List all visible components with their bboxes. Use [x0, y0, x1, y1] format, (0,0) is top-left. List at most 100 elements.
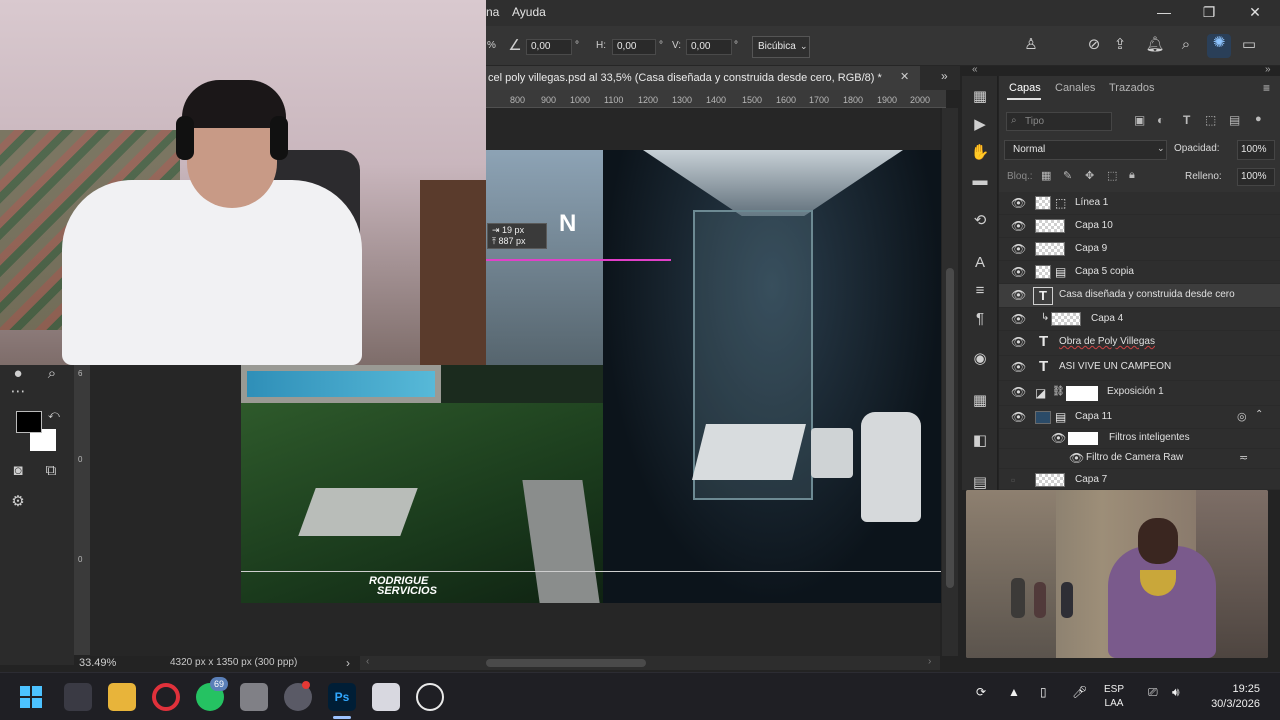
lock-transparent-icon[interactable]: ▦ — [1041, 169, 1051, 182]
layer-row-filter[interactable]: 👁︎ Filtro de Camera Raw ≂ — [999, 449, 1280, 469]
menu-item-partial[interactable]: na — [486, 5, 499, 19]
layer-name[interactable]: Filtros inteligentes — [1109, 432, 1190, 443]
layer-name[interactable]: Capa 5 copia — [1075, 266, 1134, 277]
opacity-input[interactable]: 100% — [1237, 140, 1275, 160]
visibility-eye-icon[interactable]: 👁︎ — [1011, 360, 1026, 374]
vertical-scrollbar[interactable] — [942, 108, 958, 656]
drive-icon[interactable]: ▲ — [1008, 685, 1020, 699]
visibility-eye-icon[interactable]: 👁︎ — [1011, 410, 1026, 424]
swap-colors-icon[interactable]: ⤺ — [48, 409, 60, 422]
layer-name[interactable]: Capa 10 — [1075, 220, 1113, 231]
tabs-overflow-icon[interactable]: » — [941, 69, 948, 83]
chevron-up-icon[interactable]: ⌃ — [1255, 409, 1263, 420]
menu-item-ayuda[interactable]: Ayuda — [512, 5, 546, 19]
comments-icon[interactable]: ▬ — [969, 172, 991, 190]
horizontal-scrollbar[interactable]: ‹ › — [360, 656, 940, 670]
cancel-transform-icon[interactable]: ⊘ — [1083, 36, 1105, 54]
gradients-icon[interactable]: ◧ — [969, 432, 991, 450]
layer-row[interactable]: 👁︎ ⬚ Línea 1 — [999, 192, 1280, 215]
document-close-icon[interactable]: ✕ — [900, 70, 909, 83]
layer-row-selected[interactable]: 👁︎ T Casa diseñada y construida desde ce… — [999, 284, 1280, 308]
fill-input[interactable]: 100% — [1237, 168, 1275, 186]
artwork-right-panel[interactable] — [603, 150, 941, 603]
microphone-icon[interactable]: 🎤︎ — [1072, 685, 1087, 699]
layer-row[interactable]: 👁︎ ↳ Capa 4 — [999, 308, 1280, 331]
scroll-right-icon[interactable]: › — [928, 656, 931, 667]
chatgpt-icon[interactable] — [416, 683, 444, 711]
layer-name[interactable]: Obra de Poly Villegas — [1059, 336, 1155, 347]
share-icon[interactable]: ⇪ — [1109, 36, 1131, 54]
layer-row[interactable]: 👁︎ Capa 10 — [999, 215, 1280, 238]
lock-pixels-icon[interactable]: ✎ — [1063, 169, 1072, 182]
volume-icon[interactable]: 🔊︎ — [1172, 685, 1180, 700]
foreground-color-swatch[interactable] — [16, 411, 42, 433]
layer-name[interactable]: Exposición 1 — [1107, 386, 1164, 397]
zoom-tool-icon[interactable]: ⌕ — [42, 365, 62, 383]
tab-canales[interactable]: Canales — [1055, 82, 1095, 94]
language-indicator[interactable]: ESP LAA — [1104, 683, 1124, 711]
blend-mode-select[interactable]: Normal ⌄ — [1004, 140, 1167, 160]
layer-name[interactable]: Filtro de Camera Raw — [1086, 452, 1183, 463]
interpolation-select[interactable]: Bicúbica ⌄ — [752, 36, 810, 58]
usb-icon[interactable]: ▯ — [1040, 685, 1047, 699]
status-menu-arrow[interactable]: › — [346, 656, 350, 670]
lock-all-icon[interactable]: 🔒︎ — [1129, 169, 1135, 182]
visibility-eye-icon[interactable]: 👁︎ — [1011, 335, 1026, 349]
task-view-icon[interactable] — [64, 683, 92, 711]
visibility-eye-icon[interactable]: 👁︎ — [1069, 451, 1084, 465]
history-icon[interactable]: ⟲ — [969, 212, 991, 230]
layer-name[interactable]: Capa 11 — [1075, 411, 1112, 422]
actions-icon[interactable]: ▦ — [969, 88, 991, 106]
adjustments-icon[interactable]: ≡ — [969, 282, 991, 300]
tab-capas[interactable]: Capas — [1009, 82, 1041, 94]
horizontal-scroll-thumb[interactable] — [486, 659, 646, 667]
copilot-icon[interactable]: ⟳ — [976, 685, 986, 699]
filter-toggle-icon[interactable]: ● — [1255, 113, 1262, 125]
lock-position-icon[interactable]: ✥ — [1085, 169, 1094, 182]
layer-row[interactable]: ▫ Capa 7 — [999, 469, 1280, 490]
puppet-warp-icon[interactable]: ♙ — [1020, 36, 1042, 54]
angle-input[interactable]: 0,00 — [526, 39, 572, 55]
lock-artboard-icon[interactable]: ⬚ — [1107, 169, 1117, 182]
color-icon[interactable]: ◉ — [969, 350, 991, 368]
app-icon[interactable] — [240, 683, 268, 711]
layer-name[interactable]: Línea 1 — [1075, 197, 1108, 208]
scroll-left-icon[interactable]: ‹ — [366, 656, 369, 667]
filter-type-icon[interactable]: T — [1183, 113, 1190, 127]
character-icon[interactable]: A — [969, 254, 991, 272]
snipping-tool-icon[interactable] — [372, 683, 400, 711]
layer-row[interactable]: 👁︎ ▤ Capa 11 ◎ ⌃ — [999, 406, 1280, 429]
opera-icon[interactable] — [152, 683, 180, 711]
glyphs-icon[interactable]: ✋ — [969, 144, 991, 162]
document-tab[interactable]: cel poly villegas.psd al 33,5% (Casa dis… — [486, 66, 920, 90]
layer-name[interactable]: Casa diseñada y construida desde cero — [1059, 289, 1235, 300]
panel-menu-icon[interactable]: ≡ — [1263, 81, 1270, 95]
discover-icon[interactable]: ✺ — [1207, 34, 1231, 58]
swatches-icon[interactable]: ▦ — [969, 392, 991, 410]
more-tools-icon[interactable]: ⋯ — [8, 383, 28, 401]
obs-icon[interactable] — [284, 681, 312, 711]
layer-row[interactable]: 👁︎ ◪ ⛓ Exposición 1 — [999, 381, 1280, 406]
layer-name[interactable]: Capa 7 — [1075, 474, 1107, 485]
layer-filter-select[interactable]: ⌕ Tipo — [1006, 112, 1112, 131]
visibility-eye-icon[interactable]: 👁︎ — [1011, 219, 1026, 233]
filter-options-icon[interactable]: ≂ — [1239, 451, 1248, 464]
layer-row[interactable]: 👁︎ T Obra de Poly Villegas — [999, 331, 1280, 356]
visibility-eye-icon[interactable]: 👁︎ — [1011, 196, 1026, 210]
layer-row[interactable]: 👁︎ ▤ Capa 5 copia — [999, 261, 1280, 284]
minimize-button[interactable]: — — [1149, 3, 1179, 23]
filter-pixel-icon[interactable]: ▣ — [1134, 113, 1145, 127]
vertical-scroll-thumb[interactable] — [946, 268, 954, 588]
clock[interactable]: 19:25 30/3/2026 — [1200, 682, 1260, 712]
visibility-eye-icon[interactable]: 👁︎ — [1011, 242, 1026, 256]
workspace-icon[interactable]: ▭ — [1238, 36, 1260, 54]
filter-smart-icon[interactable]: ▤ — [1229, 113, 1240, 127]
visibility-eye-icon[interactable]: 👁︎ — [1011, 265, 1026, 279]
layer-name[interactable]: ASI VIVE UN CAMPEON — [1059, 361, 1171, 372]
restore-button[interactable]: ❐ — [1194, 3, 1224, 23]
layer-name[interactable]: Capa 9 — [1075, 243, 1107, 254]
layer-row-smart-filters[interactable]: 👁︎ Filtros inteligentes — [999, 429, 1280, 449]
visibility-eye-icon[interactable]: 👁︎ — [1011, 288, 1026, 302]
collapse-panels-icon[interactable]: « — [972, 64, 978, 75]
quick-mask-icon[interactable]: ◙ — [8, 462, 28, 480]
